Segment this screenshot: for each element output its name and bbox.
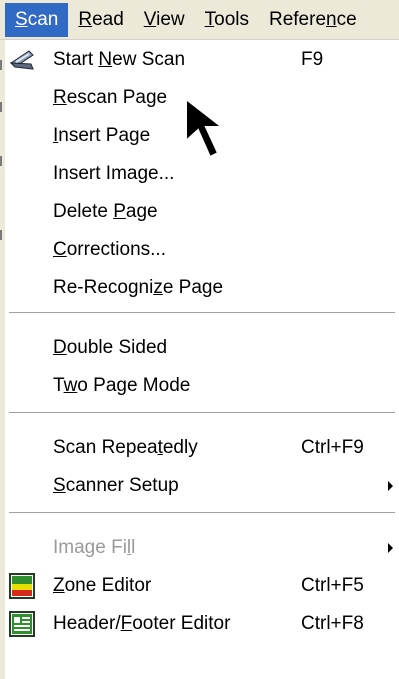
menu-scan[interactable]: Scan [5, 2, 69, 37]
submenu-arrow-icon [388, 481, 393, 491]
menu-tools[interactable]: Tools [195, 3, 259, 37]
menu-scan-label: can [27, 8, 59, 30]
menu-item-shortcut: Ctrl+F8 [301, 613, 364, 634]
menu-item-corrections[interactable]: Corrections... [5, 230, 399, 270]
submenu-arrow-icon [388, 543, 393, 553]
zone-editor-icon [9, 573, 35, 599]
menu-item-shortcut: Ctrl+F9 [301, 437, 364, 458]
menu-reference-label-rest: ce [336, 8, 357, 30]
menu-item-label: Start New Scan [53, 49, 186, 70]
menu-tools-accel: T [204, 8, 215, 30]
menu-reference[interactable]: Reference [259, 3, 367, 37]
menu-read-accel: R [78, 8, 93, 30]
menu-item-label: Image Fill [53, 537, 136, 558]
menu-item-delete-page[interactable]: Delete Page [5, 192, 399, 232]
scanner-icon [9, 50, 34, 70]
menu-bar: Scan Read View Tools Reference [0, 0, 399, 40]
menu-view-label: iew [156, 8, 185, 30]
menu-view-accel: V [143, 8, 157, 30]
menu-item-shortcut: F9 [301, 49, 324, 70]
menu-item-double-sided[interactable]: Double Sided [5, 328, 399, 368]
menu-item-re-recognize-page[interactable]: Re-Recognize Page [5, 268, 399, 308]
menu-item-start-new-scan[interactable]: Start New Scan F9 [5, 40, 399, 80]
menu-scan-accel: S [15, 8, 28, 30]
menu-item-label: Scan Repeatedly [53, 437, 198, 458]
menu-item-label: Corrections... [53, 239, 166, 260]
menu-separator [9, 412, 395, 414]
menu-separator [9, 312, 395, 314]
menu-item-label: Re-Recognize Page [53, 277, 224, 298]
menu-item-two-page-mode[interactable]: Two Page Mode [5, 366, 399, 406]
edge-mark [0, 60, 2, 70]
menu-item-label: Scanner Setup [53, 475, 179, 496]
menu-item-label: Two Page Mode [53, 375, 191, 396]
menu-item-zone-editor[interactable]: Zone Editor Ctrl+F5 [5, 566, 399, 606]
menu-read-label: ead [92, 8, 124, 30]
edge-mark [0, 102, 2, 112]
menu-tools-label: ools [214, 8, 249, 30]
menu-view[interactable]: View [134, 3, 195, 37]
menu-item-label: Double Sided [53, 337, 168, 358]
edge-mark [0, 156, 2, 166]
menu-item-label: Header/Footer Editor [53, 613, 231, 634]
edge-mark [0, 230, 2, 240]
menu-reference-label: Refere [268, 8, 327, 30]
menu-item-label: Rescan Page [53, 87, 168, 108]
menu-item-label: Insert Page [53, 125, 151, 146]
menu-reference-accel: n [326, 8, 337, 30]
mouse-pointer-icon [185, 97, 225, 159]
menu-item-scanner-setup[interactable]: Scanner Setup [5, 466, 399, 506]
menu-item-label: Zone Editor [53, 575, 152, 596]
menu-item-shortcut: Ctrl+F5 [301, 575, 364, 596]
menu-item-scan-repeatedly[interactable]: Scan Repeatedly Ctrl+F9 [5, 428, 399, 468]
menu-separator [9, 512, 395, 514]
menu-read[interactable]: Read [68, 3, 133, 37]
menu-item-image-fill: Image Fill [5, 528, 399, 568]
menu-item-label: Insert Image... [53, 163, 175, 184]
menu-item-label: Delete Page [53, 201, 158, 222]
menu-item-header-footer-editor[interactable]: Header/Footer Editor Ctrl+F8 [5, 604, 399, 644]
header-footer-editor-icon [9, 611, 35, 637]
